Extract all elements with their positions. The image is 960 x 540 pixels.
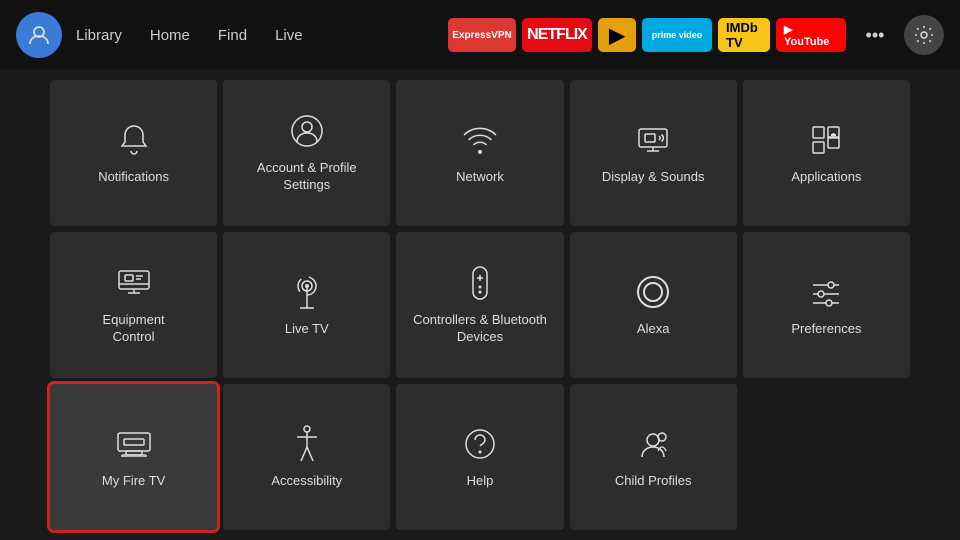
person-circle-icon — [290, 112, 324, 150]
child-profiles-label: Child Profiles — [615, 473, 692, 490]
nav-find[interactable]: Find — [216, 23, 249, 48]
app-youtube[interactable]: ▶ YouTube — [776, 18, 846, 52]
live-tv-label: Live TV — [285, 321, 329, 338]
network-label: Network — [456, 169, 504, 186]
notifications-label: Notifications — [98, 169, 169, 186]
help-label: Help — [467, 473, 494, 490]
help-icon — [463, 425, 497, 463]
display-sounds-label: Display & Sounds — [602, 169, 705, 186]
sliders-icon — [809, 273, 843, 311]
preferences-label: Preferences — [791, 321, 861, 338]
grid-help[interactable]: Help — [396, 384, 563, 530]
grid-notifications[interactable]: Notifications — [50, 80, 217, 226]
grid-child-profiles[interactable]: Child Profiles — [570, 384, 737, 530]
monitor-icon — [116, 264, 152, 302]
display-sound-icon — [635, 121, 671, 159]
child-profiles-icon — [636, 425, 670, 463]
avatar[interactable] — [16, 12, 62, 58]
grid-network[interactable]: Network — [396, 80, 563, 226]
grid-live-tv[interactable]: Live TV — [223, 232, 390, 378]
nav-home[interactable]: Home — [148, 23, 192, 48]
grid-my-fire-tv[interactable]: My Fire TV — [50, 384, 217, 530]
grid-equipment-control[interactable]: EquipmentControl — [50, 232, 217, 378]
accessibility-icon — [293, 425, 321, 463]
grid-empty — [743, 384, 910, 530]
alexa-label: Alexa — [637, 321, 670, 338]
bell-icon — [118, 121, 150, 159]
app-prime[interactable]: prime video — [642, 18, 712, 52]
grid-applications[interactable]: Applications — [743, 80, 910, 226]
grid-preferences[interactable]: Preferences — [743, 232, 910, 378]
app-expressvpn[interactable]: ExpressVPN — [448, 18, 516, 52]
nav-live[interactable]: Live — [273, 23, 305, 48]
app-netflix[interactable]: NETFLIX — [522, 18, 592, 52]
account-profile-label: Account & ProfileSettings — [257, 160, 357, 194]
grid-controllers-bluetooth[interactable]: Controllers & BluetoothDevices — [396, 232, 563, 378]
alexa-icon — [635, 273, 671, 311]
equipment-control-label: EquipmentControl — [103, 312, 165, 346]
settings-button[interactable] — [904, 15, 944, 55]
grid-account-profile[interactable]: Account & ProfileSettings — [223, 80, 390, 226]
grid-display-sounds[interactable]: Display & Sounds — [570, 80, 737, 226]
nav-links: Library Home Find Live — [74, 23, 305, 48]
antenna-icon — [292, 273, 322, 311]
applications-label: Applications — [791, 169, 861, 186]
accessibility-label: Accessibility — [271, 473, 342, 490]
app-plex[interactable]: ▶ — [598, 18, 636, 52]
app-icons-bar: ExpressVPN NETFLIX ▶ prime video IMDb TV… — [448, 18, 846, 52]
my-fire-tv-label: My Fire TV — [102, 473, 165, 490]
apps-icon — [809, 121, 843, 159]
nav-library[interactable]: Library — [74, 23, 124, 48]
grid-accessibility[interactable]: Accessibility — [223, 384, 390, 530]
top-nav: Library Home Find Live ExpressVPN NETFLI… — [0, 0, 960, 70]
more-button[interactable]: ••• — [858, 18, 892, 52]
remote-icon — [469, 264, 491, 302]
settings-grid: Notifications Account & ProfileSettings … — [0, 70, 960, 540]
grid-alexa[interactable]: Alexa — [570, 232, 737, 378]
controllers-bluetooth-label: Controllers & BluetoothDevices — [413, 312, 547, 346]
firetv-icon — [116, 425, 152, 463]
app-imdb[interactable]: IMDb TV — [718, 18, 770, 52]
wifi-icon — [462, 121, 498, 159]
